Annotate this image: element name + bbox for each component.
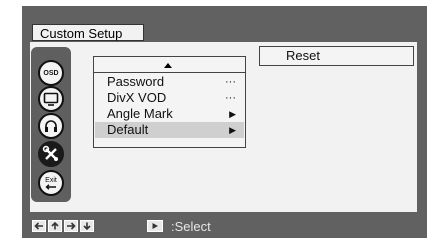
exit-icon[interactable]: Exit [38, 170, 64, 196]
arrow-down-icon [80, 220, 94, 232]
ellipsis-icon: ··· [225, 92, 236, 104]
reset-button[interactable]: Reset [259, 46, 414, 66]
arrow-up-icon [48, 220, 62, 232]
menu-item-password[interactable]: Password ··· [95, 74, 244, 90]
menu-item-default[interactable]: Default ▶ [95, 122, 244, 138]
scroll-up-button[interactable] [94, 57, 245, 73]
headphones-icon[interactable] [38, 113, 64, 139]
play-select-icon [147, 220, 163, 232]
osd-icon[interactable]: OSD [38, 60, 64, 86]
exit-icon-label: Exit [45, 176, 57, 184]
chevron-right-icon: ▶ [229, 109, 236, 119]
arrow-left-icon [32, 220, 46, 232]
ellipsis-icon: ··· [225, 76, 236, 88]
page-title: Custom Setup [32, 24, 144, 41]
arrow-right-icon [64, 220, 78, 232]
menu-item-label: DivX VOD [107, 90, 167, 105]
menu-item-label: Default [107, 122, 149, 137]
select-hint-label: :Select [171, 219, 211, 234]
menu-item-angle-mark[interactable]: Angle Mark ▶ [95, 106, 244, 122]
triangle-up-icon [164, 63, 172, 68]
tools-icon[interactable] [38, 141, 64, 167]
chevron-right-icon: ▶ [229, 125, 236, 135]
monitor-icon[interactable] [38, 86, 64, 112]
menu-item-label: Angle Mark [107, 106, 173, 121]
osd-icon-label: OSD [43, 69, 59, 77]
settings-menu: Password ··· DivX VOD ··· Angle Mark ▶ D… [93, 56, 246, 148]
navigation-hint-bar: :Select [30, 218, 420, 236]
menu-item-label: Password [107, 74, 165, 89]
menu-item-divx-vod[interactable]: DivX VOD ··· [95, 90, 244, 106]
